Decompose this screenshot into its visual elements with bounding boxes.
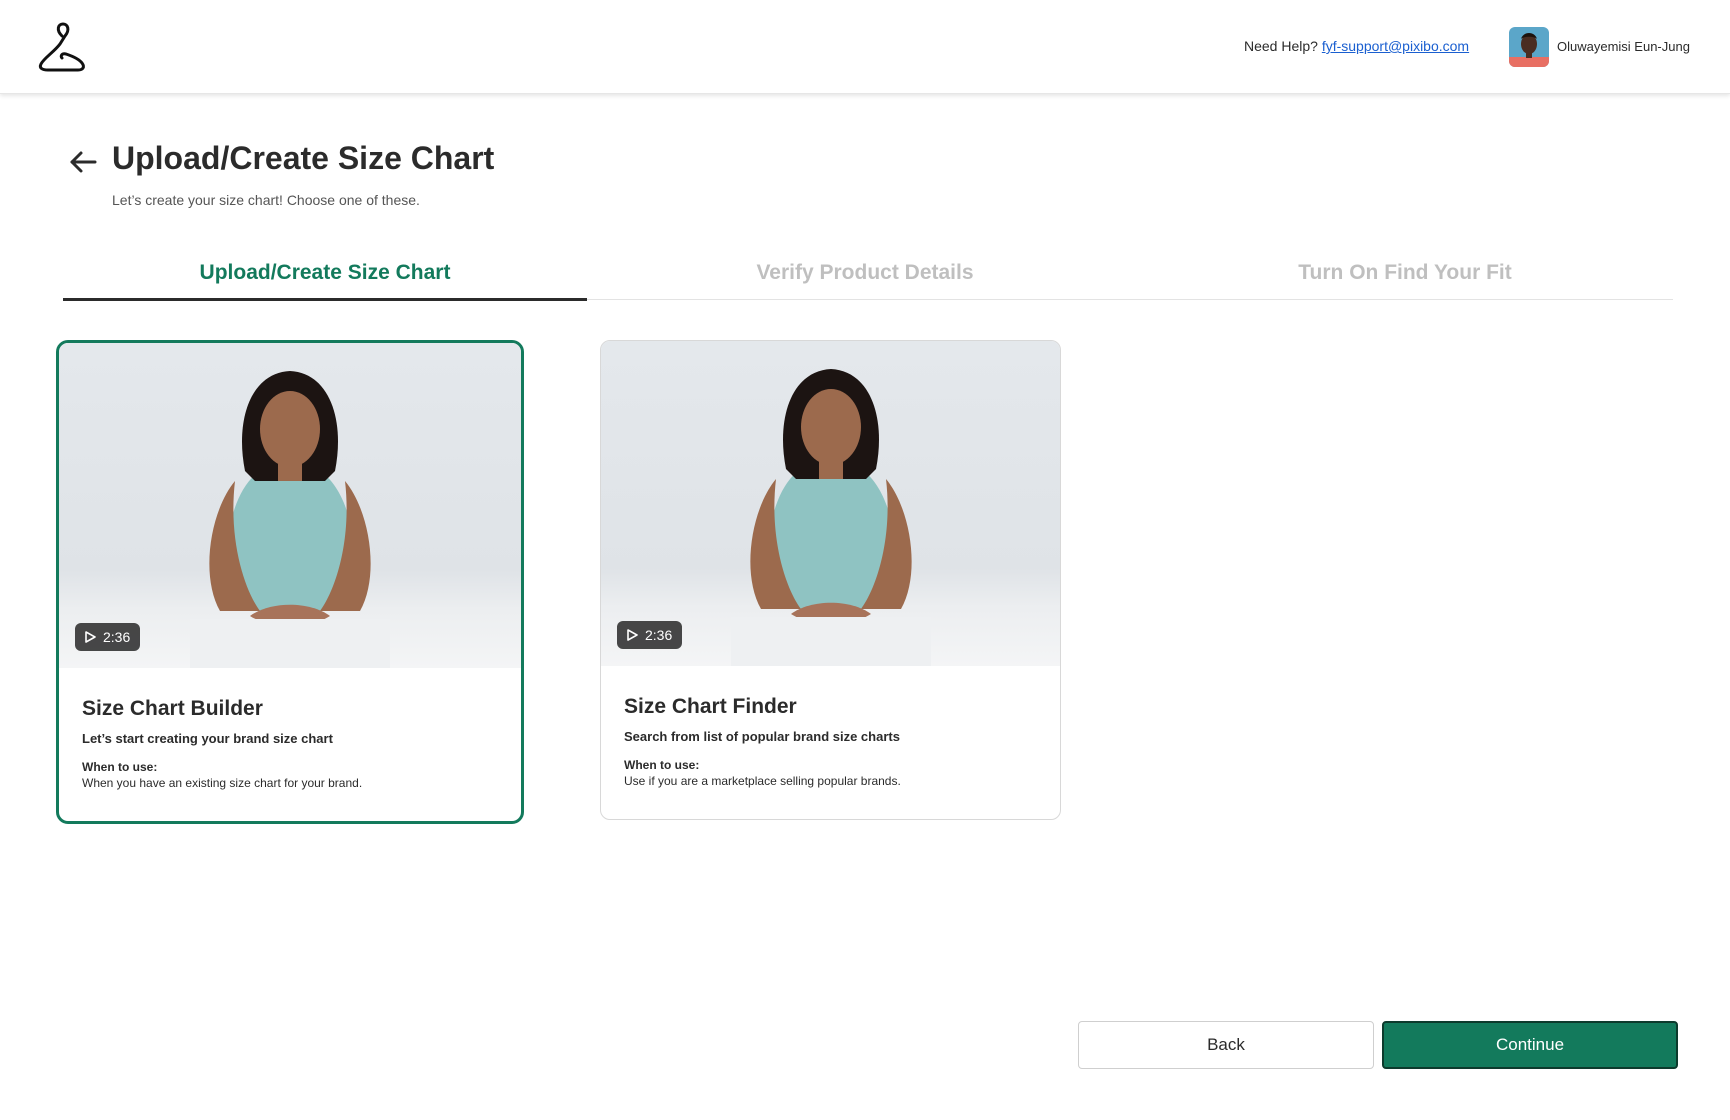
play-icon	[85, 631, 96, 643]
video-duration: 2:36	[103, 629, 131, 645]
play-icon	[627, 629, 638, 641]
user-name[interactable]: Oluwayemisi Eun-Jung	[1557, 39, 1690, 54]
when-to-use-text: When you have an existing size chart for…	[82, 776, 363, 790]
video-duration-badge[interactable]: 2:36	[617, 621, 683, 649]
video-duration: 2:36	[645, 627, 673, 643]
video-thumbnail[interactable]: 2:36	[601, 341, 1060, 666]
when-to-use-text: Use if you are a marketplace selling pop…	[624, 774, 901, 788]
when-to-use-label: When to use:	[82, 760, 158, 774]
tab-upload-create-size-chart[interactable]: Upload/Create Size Chart	[63, 254, 587, 301]
help-text: Need Help? fyf-support@pixibo.com	[1244, 38, 1469, 54]
card-title: Size Chart Builder	[82, 697, 263, 720]
step-tabs: Upload/Create Size Chart Verify Product …	[63, 254, 1673, 301]
person-photo	[730, 369, 931, 666]
back-button[interactable]: Back	[1078, 1021, 1374, 1069]
support-email-link[interactable]: fyf-support@pixibo.com	[1322, 38, 1469, 54]
video-thumbnail[interactable]: 2:36	[59, 343, 521, 668]
top-bar: Need Help? fyf-support@pixibo.com Oluway…	[0, 0, 1730, 94]
tab-turn-on-find-your-fit[interactable]: Turn On Find Your Fit	[1143, 254, 1667, 300]
hanger-logo-icon[interactable]	[36, 22, 88, 72]
help-prefix: Need Help?	[1244, 38, 1318, 54]
back-arrow-icon[interactable]	[68, 148, 98, 176]
tab-verify-product-details[interactable]: Verify Product Details	[603, 254, 1127, 300]
avatar[interactable]	[1509, 27, 1549, 67]
card-title: Size Chart Finder	[624, 695, 797, 718]
page-subtitle: Let’s create your size chart! Choose one…	[112, 192, 420, 208]
when-to-use-label: When to use:	[624, 758, 700, 772]
card-description: Search from list of popular brand size c…	[624, 729, 900, 744]
page-title: Upload/Create Size Chart	[112, 140, 495, 176]
card-body: Size Chart Finder Search from list of po…	[624, 695, 1044, 788]
option-card-size-chart-finder[interactable]: 2:36 Size Chart Finder Search from list …	[600, 340, 1061, 820]
option-card-size-chart-builder[interactable]: 2:36 Size Chart Builder Let’s start crea…	[56, 340, 524, 824]
card-body: Size Chart Builder Let’s start creating …	[82, 697, 505, 790]
card-description: Let’s start creating your brand size cha…	[82, 731, 333, 746]
person-photo	[190, 371, 390, 668]
video-duration-badge[interactable]: 2:36	[75, 623, 141, 651]
continue-button[interactable]: Continue	[1382, 1021, 1678, 1069]
